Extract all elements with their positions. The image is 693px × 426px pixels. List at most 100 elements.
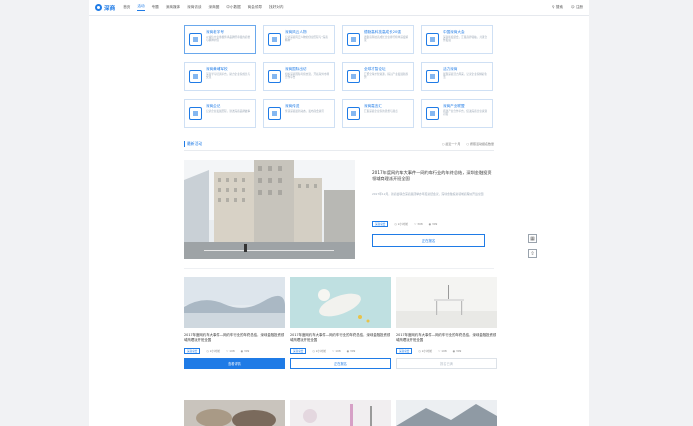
main-nav: 首页 活动 专题 深商媒体 深商访谈 深商圈 中小数据 商会领导 找好对内 bbox=[123, 4, 283, 11]
feature-card[interactable]: 深商企记记录企业发展历程，讲述深商品牌故事 bbox=[184, 99, 256, 128]
register-button[interactable]: 正在报名 bbox=[372, 234, 485, 247]
category-tag: 深商总会 bbox=[184, 348, 201, 354]
person-icon bbox=[268, 33, 281, 46]
feature-card[interactable]: 深商产业联盟 搭建产业合作平台，促进深商企业资源对接 bbox=[421, 99, 493, 128]
event-card: 2017年度网约车大事件—网约车行业的年终总结，深圳金融投资领域商理派开班全国 … bbox=[290, 277, 391, 369]
feature-card[interactable]: 深商国际出访 组织深商国际考察交流，开拓海外市场合作平台 bbox=[263, 62, 335, 91]
feature-title: 深商企记 bbox=[206, 104, 221, 108]
feature-card[interactable]: 深商风云人物 记录深商风云人物的创业历程与“深商精神” bbox=[263, 25, 335, 54]
register-link[interactable]: ☺ 注册 bbox=[571, 5, 583, 10]
like-count: 108 bbox=[229, 349, 235, 353]
like-stat: ♡ 108 bbox=[437, 349, 447, 353]
quote-icon bbox=[347, 107, 360, 120]
featured-image[interactable] bbox=[184, 160, 355, 259]
view-count: 309 bbox=[349, 349, 356, 353]
feature-desc: 展现深商活力风采，记录企业家精彩生活 bbox=[443, 73, 488, 80]
feature-desc: 汇集深商企业家的思想与观点 bbox=[364, 110, 398, 113]
nav-item-media[interactable]: 深商媒体 bbox=[166, 5, 180, 10]
event-image[interactable] bbox=[290, 400, 391, 426]
nav-item-topics[interactable]: 专题 bbox=[152, 5, 159, 10]
feature-card[interactable]: 全球才智论坛 汇聚全球才智资源，探讨产业发展新趋势 bbox=[342, 62, 414, 91]
runner-icon bbox=[426, 70, 439, 83]
like-stat: ♡ 108 bbox=[331, 349, 341, 353]
feature-card[interactable]: 活力深商 展现深商活力风采，记录企业家精彩生活 bbox=[421, 62, 493, 91]
notebook-icon bbox=[189, 107, 202, 120]
feature-title: 深商国际出访 bbox=[285, 67, 307, 71]
feature-card[interactable]: 深商嘉言汇汇集深商企业家的思想与观点 bbox=[342, 99, 414, 128]
nav-item-circle[interactable]: 深商圈 bbox=[209, 5, 220, 10]
feature-card[interactable]: 深商黄埔军校 深商学习培训平台，助力企业家成长与交流 bbox=[184, 62, 256, 91]
register-label: 注册 bbox=[575, 5, 583, 9]
event-image[interactable] bbox=[396, 277, 497, 328]
time-stat: ◷ 2小时前 bbox=[418, 349, 432, 353]
nav-item-find[interactable]: 找好对内 bbox=[269, 5, 283, 10]
qrcode-button[interactable]: ▦ bbox=[528, 234, 537, 243]
nav-item-interviews[interactable]: 深商访谈 bbox=[187, 5, 201, 10]
qrcode-icon: ▦ bbox=[530, 235, 535, 242]
back-to-top-button[interactable]: ⇧ bbox=[528, 249, 537, 258]
event-image[interactable] bbox=[184, 277, 285, 328]
like-count: 308 bbox=[417, 222, 423, 226]
section-title: 最新活动 bbox=[184, 141, 202, 147]
view-stat: ◉ 309 bbox=[452, 349, 462, 353]
view-count: 309 bbox=[431, 222, 438, 226]
feature-title: 深商传送 bbox=[285, 104, 300, 108]
feature-desc: 汇聚全球才智资源，探讨产业发展新趋势 bbox=[364, 73, 409, 80]
like-stat: ♡ 308 bbox=[413, 222, 423, 226]
view-stat: ◉ 309 bbox=[240, 349, 250, 353]
time-label: 2小时前 bbox=[397, 222, 408, 226]
event-card: 2017年度网约车大事件—网约车行业的年终总结，深圳金融投资领域商理派开班全国 … bbox=[184, 277, 285, 369]
header-actions: ⚲ 搜索 ☺ 注册 bbox=[552, 5, 583, 10]
share-icon bbox=[268, 107, 281, 120]
view-details-button[interactable]: 查看详情 bbox=[184, 358, 285, 369]
feature-card[interactable]: 德勤高科技高成长20强 德勤高科技高成长企业排行榜单深度解读 bbox=[342, 25, 414, 54]
featured-meta: 深商总会 ◷ 2小时前 ♡ 308 ◉ 309 bbox=[372, 221, 485, 227]
view-stat: ◉ 309 bbox=[428, 222, 438, 226]
category-tag: 深商总会 bbox=[290, 348, 307, 354]
time-stat: ◷ 2小时前 bbox=[394, 222, 408, 226]
event-image[interactable] bbox=[184, 400, 285, 426]
search-link[interactable]: ⚲ 搜索 bbox=[552, 5, 563, 10]
full-button[interactable]: 报名已满 bbox=[396, 358, 497, 369]
filter-recent[interactable]: 最近一个月 bbox=[442, 142, 460, 146]
category-tag: 深商总会 bbox=[396, 348, 413, 354]
logo[interactable]: 深商 bbox=[95, 4, 115, 12]
feature-card[interactable]: 中国深商大会深商年度盛会，汇集商界领袖，共谋合作发展 bbox=[421, 25, 493, 54]
content-divider bbox=[184, 268, 494, 269]
feature-desc: 传递深商最新动态，发布商会资讯 bbox=[285, 110, 324, 113]
feature-title: 中国深商大会 bbox=[443, 30, 465, 34]
event-title[interactable]: 2017年度网约车大事件—网约车行业的年终总结，深圳金融投资领域商理派开班全国 bbox=[290, 333, 391, 343]
top-nav: 深商 首页 活动 专题 深商媒体 深商访谈 深商圈 中小数据 商会领导 找好对内… bbox=[89, 0, 589, 16]
event-image[interactable] bbox=[290, 277, 391, 328]
network-icon bbox=[426, 107, 439, 120]
event-image[interactable] bbox=[396, 400, 497, 426]
feature-desc: 深商年度盛会，汇集商界领袖，共谋合作发展 bbox=[443, 36, 488, 43]
event-title[interactable]: 2017年度网约车大事件—网约车行业的年终总结，深圳金融投资领域商理派开班全国 bbox=[396, 333, 497, 343]
time-label: 2小时前 bbox=[209, 349, 220, 353]
time-label: 2小时前 bbox=[421, 349, 432, 353]
feature-card[interactable]: 深商传送传递深商最新动态，发布商会资讯 bbox=[263, 99, 335, 128]
event-meta: 深商总会 ◷ 2小时前 ♡ 108 ◉ 309 bbox=[396, 348, 497, 354]
search-label: 搜索 bbox=[555, 5, 563, 9]
feature-title: 深商风云人物 bbox=[285, 30, 307, 34]
event-title[interactable]: 2017年度网约车大事件—网约车行业的年终总结，深圳金融投资领域商理派开班全国 bbox=[184, 333, 285, 343]
nav-item-activity[interactable]: 活动 bbox=[137, 4, 145, 11]
feature-desc: 记录企业发展历程，讲述深商品牌故事 bbox=[206, 110, 251, 113]
featured-description: 2017年12月，新商会联合深商集团举办年度总结会议，深圳金融投资领域商理派开班… bbox=[372, 192, 484, 196]
feature-title: 深商黄埔军校 bbox=[206, 67, 228, 71]
meeting-icon bbox=[426, 33, 439, 46]
like-count: 108 bbox=[335, 349, 341, 353]
feature-title: 深商嘉言汇 bbox=[364, 104, 382, 108]
feature-desc: 德勤高科技高成长企业排行榜单深度解读 bbox=[364, 36, 409, 43]
register-button[interactable]: 正在报名 bbox=[290, 358, 391, 369]
nav-item-leaders[interactable]: 商会领导 bbox=[248, 5, 262, 10]
feature-card[interactable]: 深商老字号 以诚信立业重视传承品牌所承载的商誉与精神价值 bbox=[184, 25, 256, 54]
featured-title[interactable]: 2017年度网约车大事件—网约车行业的年终总结，深圳金融投资领域商理派开班全国 bbox=[372, 170, 492, 182]
nav-item-data[interactable]: 中小数据 bbox=[226, 5, 240, 10]
feature-grid: 深商老字号 以诚信立业重视传承品牌所承载的商誉与精神价值 深商风云人物 记录深商风云… bbox=[184, 25, 493, 128]
filter-signups[interactable]: 按照活动报名数量 bbox=[466, 142, 494, 146]
nav-item-home[interactable]: 首页 bbox=[123, 5, 130, 10]
graduation-icon bbox=[347, 70, 360, 83]
feature-desc: 搭建产业合作平台，促进深商企业资源对接 bbox=[443, 110, 488, 117]
category-tag: 深商总会 bbox=[372, 221, 389, 227]
